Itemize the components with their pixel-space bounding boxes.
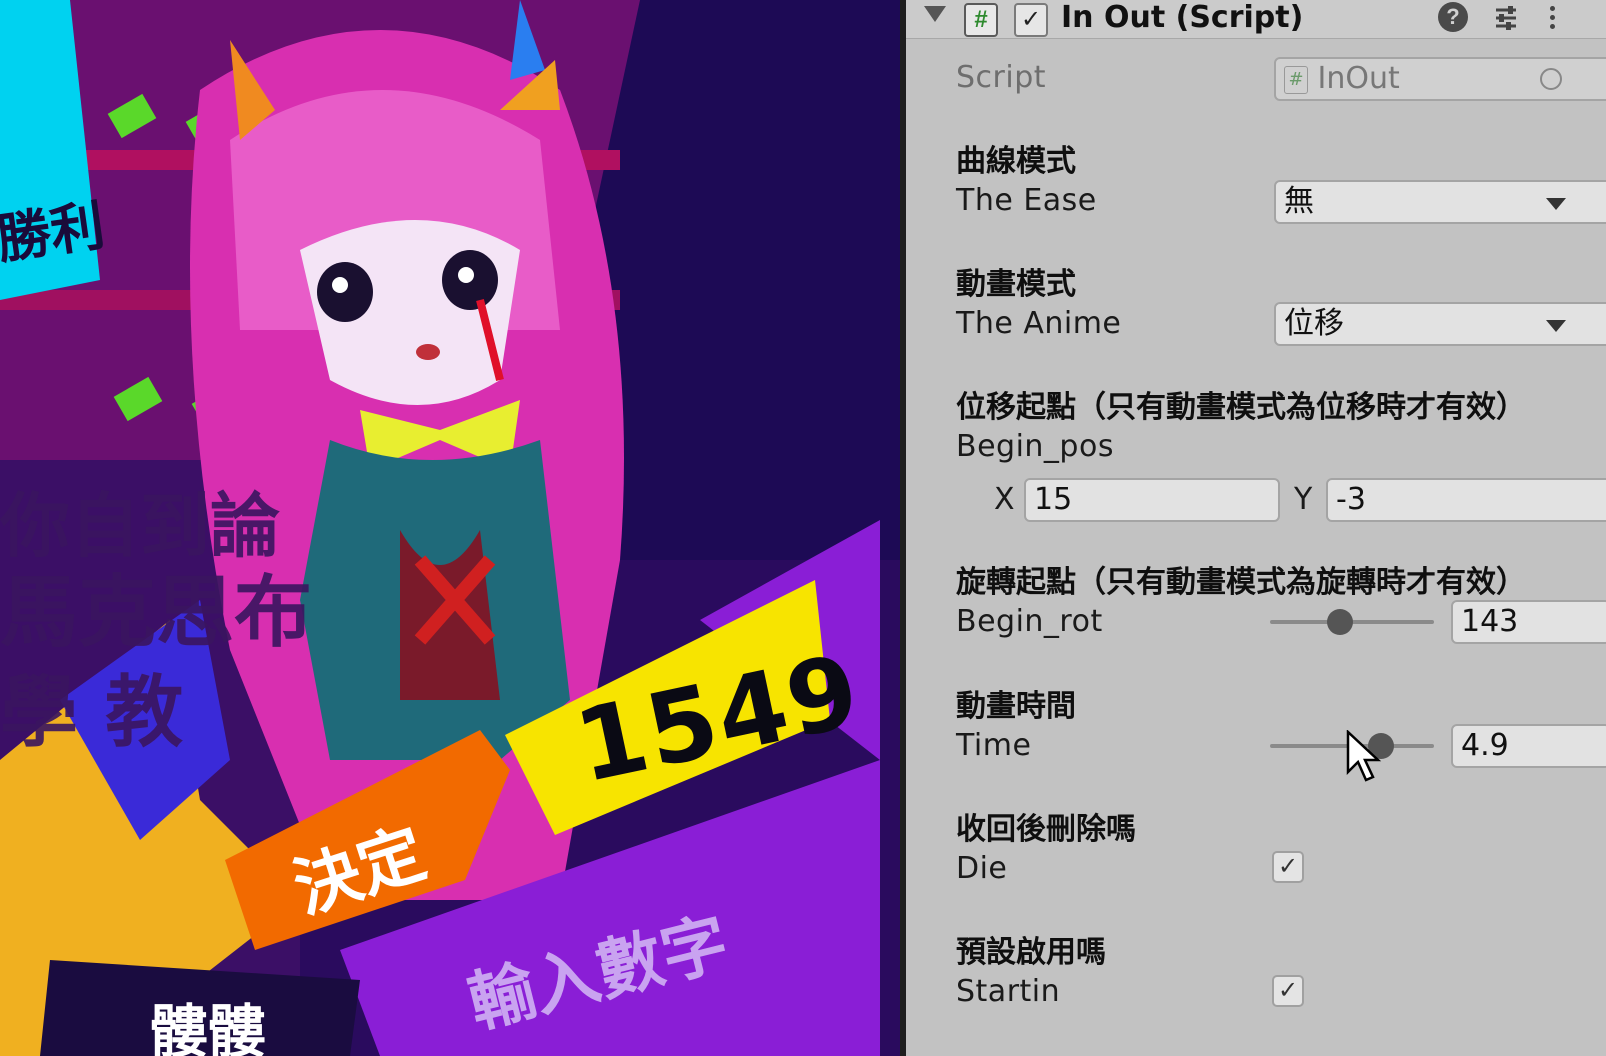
begin-pos-header: 位移起點（只有動畫模式為位移時才有效） xyxy=(956,390,1526,425)
begin-rot-header: 旋轉起點（只有動畫模式為旋轉時才有效） xyxy=(956,565,1526,600)
fold-arrow-icon[interactable] xyxy=(924,6,946,22)
startin-header: 預設啟用嗎 xyxy=(956,935,1106,970)
script-value: InOut xyxy=(1317,61,1400,96)
character-name: 髏髏 xyxy=(150,998,267,1056)
begin-rot-label: Begin_rot xyxy=(956,604,1103,639)
startin-checkbox[interactable]: ✓ xyxy=(1272,975,1304,1007)
anime-value: 位移 xyxy=(1284,306,1344,341)
component-title: In Out (Script) xyxy=(1061,0,1304,35)
game-view: 勝利 你自到論 馬克思布 學 教 1549 決定 輸入數字 髏髏 xyxy=(0,0,900,1056)
script-icon: # xyxy=(964,3,998,37)
time-label: Time xyxy=(956,728,1032,763)
win-label: 勝利 xyxy=(0,193,109,272)
ease-label: The Ease xyxy=(956,183,1097,218)
x-axis-label: X xyxy=(994,482,1015,517)
time-input[interactable]: 4.9 xyxy=(1451,724,1606,768)
anime-header: 動畫模式 xyxy=(956,267,1076,302)
mouse-cursor-icon xyxy=(1346,729,1382,787)
time-header: 動畫時間 xyxy=(956,689,1076,724)
background-text: 學 教 xyxy=(0,668,184,758)
ease-value: 無 xyxy=(1284,184,1314,219)
begin-pos-y-input[interactable]: -3 xyxy=(1326,478,1606,522)
die-header: 收回後刪除嗎 xyxy=(956,812,1136,847)
script-file-icon: # xyxy=(1284,65,1308,94)
kebab-menu-icon[interactable] xyxy=(1548,2,1556,34)
inspector-panel: # ✓ In Out (Script) ? Script # InOut 曲線模… xyxy=(906,0,1606,1056)
begin-rot-input[interactable]: 143 xyxy=(1451,600,1606,644)
anime-label: The Anime xyxy=(956,306,1122,341)
begin-pos-label: Begin_pos xyxy=(956,429,1114,464)
object-picker-icon[interactable] xyxy=(1540,68,1562,90)
help-icon[interactable]: ? xyxy=(1438,2,1468,32)
anime-dropdown[interactable]: 位移 xyxy=(1274,302,1606,346)
begin-rot-slider-thumb[interactable] xyxy=(1327,609,1353,635)
script-label: Script xyxy=(956,60,1047,95)
ease-header: 曲線模式 xyxy=(956,144,1076,179)
startin-label: Startin xyxy=(956,974,1061,1009)
y-axis-label: Y xyxy=(1294,482,1313,517)
script-field[interactable]: # InOut xyxy=(1274,57,1606,101)
chevron-down-icon xyxy=(1546,198,1566,210)
preset-sliders-icon[interactable] xyxy=(1492,4,1520,32)
background-text: 馬克思布 xyxy=(0,568,313,658)
begin-pos-x-input[interactable]: 15 xyxy=(1024,478,1280,522)
ease-dropdown[interactable]: 無 xyxy=(1274,180,1606,224)
component-enabled-checkbox[interactable]: ✓ xyxy=(1014,3,1048,37)
die-checkbox[interactable]: ✓ xyxy=(1272,851,1304,883)
die-label: Die xyxy=(956,851,1008,886)
chevron-down-icon xyxy=(1546,320,1566,332)
component-header[interactable]: # ✓ In Out (Script) ? xyxy=(906,0,1606,39)
